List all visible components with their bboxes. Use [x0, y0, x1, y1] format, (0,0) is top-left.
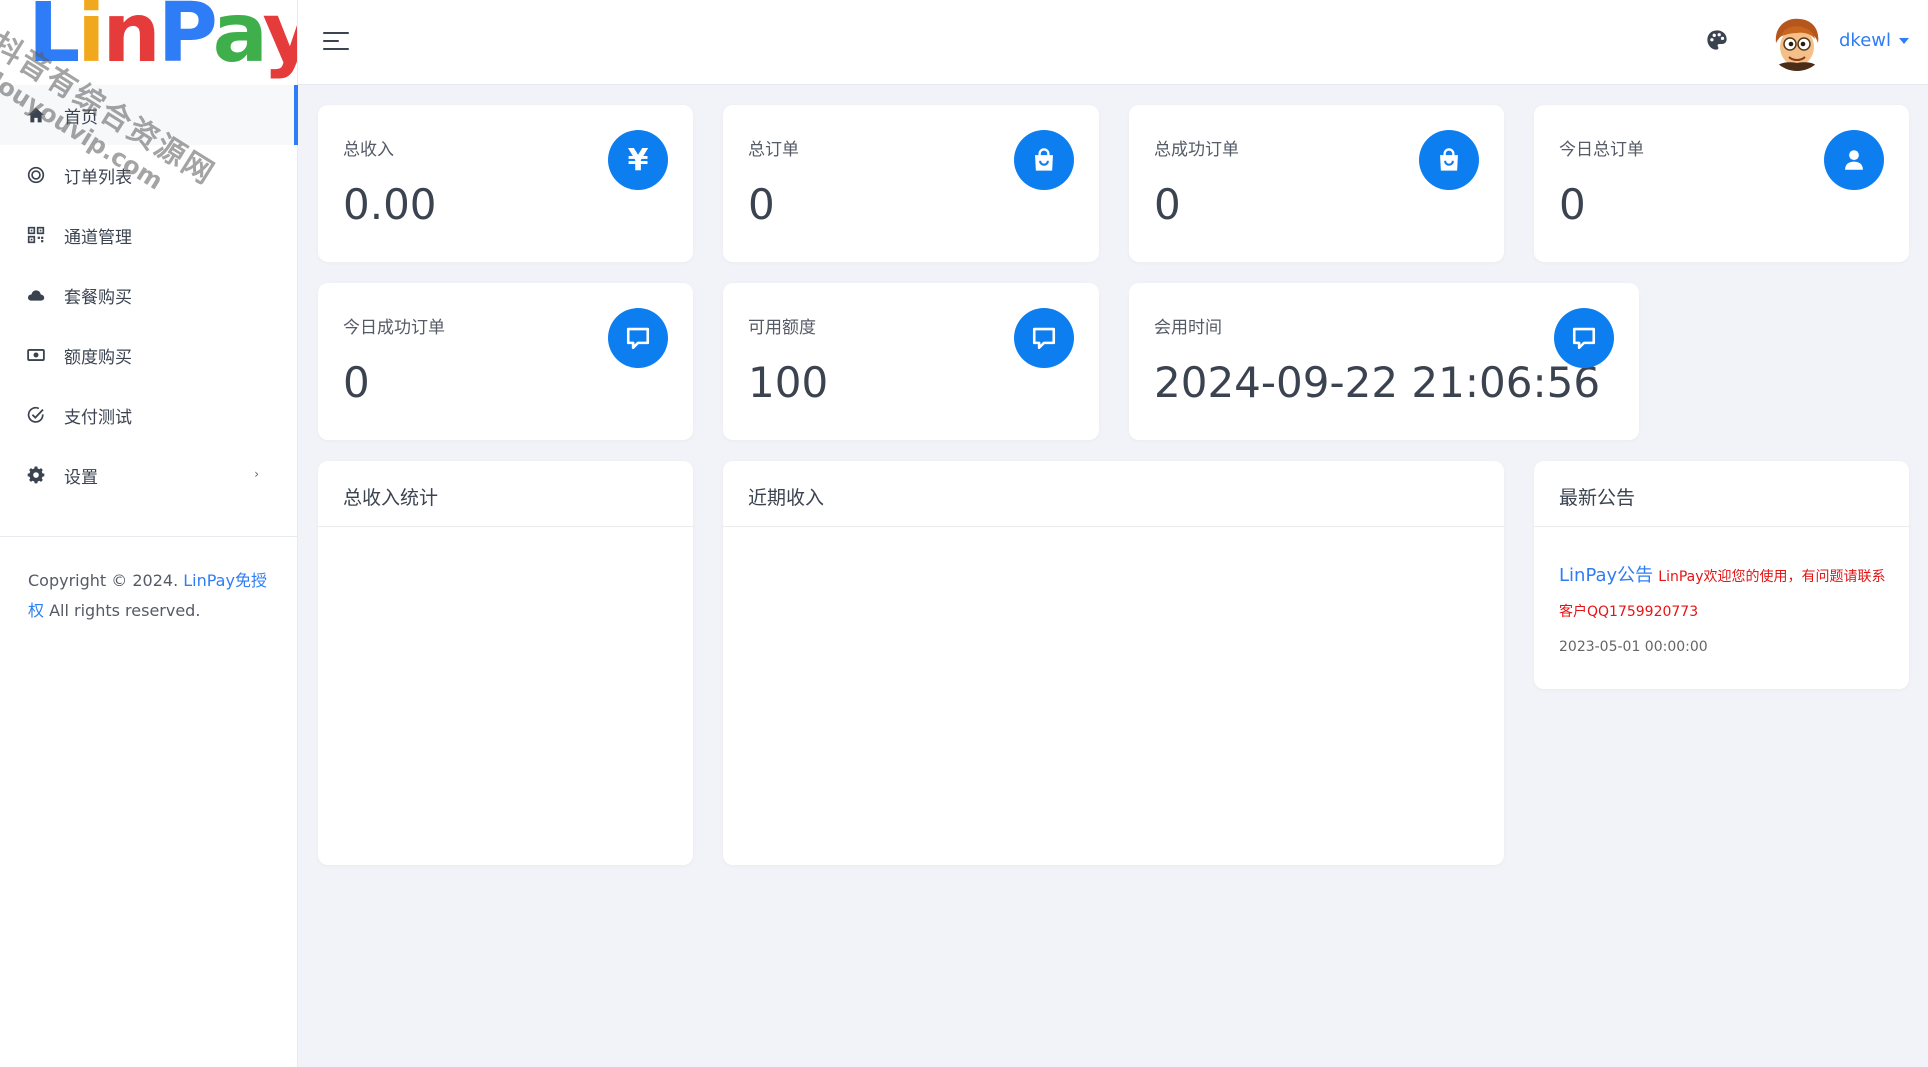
qrcode-icon — [26, 225, 46, 245]
home-icon — [26, 105, 46, 125]
sidebar-item-channels[interactable]: 通道管理 — [0, 205, 297, 265]
top-header: dkewl — [298, 0, 1928, 85]
panel-title: 总收入统计 — [343, 487, 439, 509]
brand-logo[interactable]: LinPay — [0, 0, 297, 85]
stat-value: 0 — [748, 180, 775, 229]
stat-value: 0.00 — [343, 180, 437, 229]
money-icon — [26, 345, 46, 365]
sidebar-item-label: 套餐购买 — [64, 287, 132, 308]
sidebar-item-label: 支付测试 — [64, 407, 132, 428]
check-circle-icon — [26, 405, 46, 425]
stat-label: 今日成功订单 — [343, 318, 445, 338]
stat-value: 100 — [748, 358, 829, 407]
panel-divider — [723, 526, 1504, 527]
copyright-suffix: All rights reserved. — [44, 601, 201, 620]
stat-label: 总订单 — [748, 140, 799, 160]
panel-latest-notice: 最新公告 LinPay公告 LinPay欢迎您的使用，有问题请联系客户QQ175… — [1534, 461, 1909, 689]
stat-card-total-orders: 总订单 0 — [723, 105, 1099, 262]
panel-divider — [318, 526, 693, 527]
sidebar-divider — [0, 536, 298, 537]
logo-wordmark: LinPay — [28, 0, 297, 81]
target-icon — [26, 165, 46, 185]
hamburger-icon[interactable] — [323, 32, 349, 52]
sidebar-item-orders[interactable]: 订单列表 — [0, 145, 297, 205]
panel-title: 最新公告 — [1559, 487, 1636, 509]
message-icon — [608, 308, 668, 368]
panel-recent-income: 近期收入 — [723, 461, 1504, 865]
palette-icon[interactable] — [1706, 29, 1728, 51]
caret-down-icon[interactable] — [1899, 38, 1909, 44]
stat-card-today-orders: 今日总订单 0 — [1534, 105, 1909, 262]
stat-card-available-quota: 可用额度 100 — [723, 283, 1099, 440]
message-icon — [1014, 308, 1074, 368]
stat-card-today-success-orders: 今日成功订单 0 — [318, 283, 693, 440]
panel-divider — [1534, 526, 1909, 527]
sidebar-item-packages[interactable]: 套餐购买 — [0, 265, 297, 325]
stat-label: 今日总订单 — [1559, 140, 1644, 160]
avatar[interactable] — [1768, 13, 1826, 71]
notice-heading[interactable]: LinPay公告 — [1559, 565, 1653, 586]
copyright: Copyright © 2024. LinPay免授权 All rights r… — [28, 566, 278, 626]
stat-card-total-income: 总收入 0.00 ¥ — [318, 105, 693, 262]
message-icon — [1554, 308, 1614, 368]
sidebar-item-quota[interactable]: 额度购买 — [0, 325, 297, 385]
shopping-bag-icon — [1014, 130, 1074, 190]
username-dropdown[interactable]: dkewl — [1839, 30, 1891, 51]
sidebar-item-label: 订单列表 — [64, 167, 132, 188]
stat-card-total-success-orders: 总成功订单 0 — [1129, 105, 1504, 262]
panel-title: 近期收入 — [748, 487, 825, 509]
stat-value: 0 — [343, 358, 370, 407]
stat-label: 会用时间 — [1154, 318, 1222, 338]
stat-label: 可用额度 — [748, 318, 816, 338]
shopping-bag-icon — [1419, 130, 1479, 190]
copyright-prefix: Copyright © 2024. — [28, 571, 184, 590]
stat-label: 总收入 — [343, 140, 394, 160]
sidebar-item-home[interactable]: 首页 — [0, 85, 298, 145]
stat-value: 0 — [1154, 180, 1181, 229]
user-icon — [1824, 130, 1884, 190]
sidebar-item-pay-test[interactable]: 支付测试 — [0, 385, 297, 445]
sidebar-item-label: 额度购买 — [64, 347, 132, 368]
sidebar-menu: 首页 订单列表 通道管理 套餐购买 额度购买 支付测试 设置 › — [0, 85, 298, 505]
sidebar-item-label: 首页 — [64, 107, 98, 128]
chevron-right-icon: › — [254, 467, 259, 481]
notice-item[interactable]: LinPay公告 LinPay欢迎您的使用，有问题请联系客户QQ17599207… — [1559, 559, 1889, 629]
sidebar-item-label: 通道管理 — [64, 227, 132, 248]
stat-label: 总成功订单 — [1154, 140, 1239, 160]
notice-date: 2023-05-01 00:00:00 — [1559, 639, 1708, 655]
cloud-icon — [26, 285, 46, 305]
sidebar-item-label: 设置 — [64, 467, 98, 488]
panel-total-income-stats: 总收入统计 — [318, 461, 693, 865]
sidebar: LinPay 首页 订单列表 通道管理 套餐购买 额度购买 支付测试 设置 › … — [0, 0, 298, 1067]
gear-icon — [26, 465, 46, 485]
stat-value: 2024-09-22 21:06:56 — [1154, 358, 1601, 407]
stat-card-membership-time: 会用时间 2024-09-22 21:06:56 — [1129, 283, 1639, 440]
yen-icon: ¥ — [608, 130, 668, 190]
stat-value: 0 — [1559, 180, 1586, 229]
sidebar-item-settings[interactable]: 设置 › — [0, 445, 297, 505]
